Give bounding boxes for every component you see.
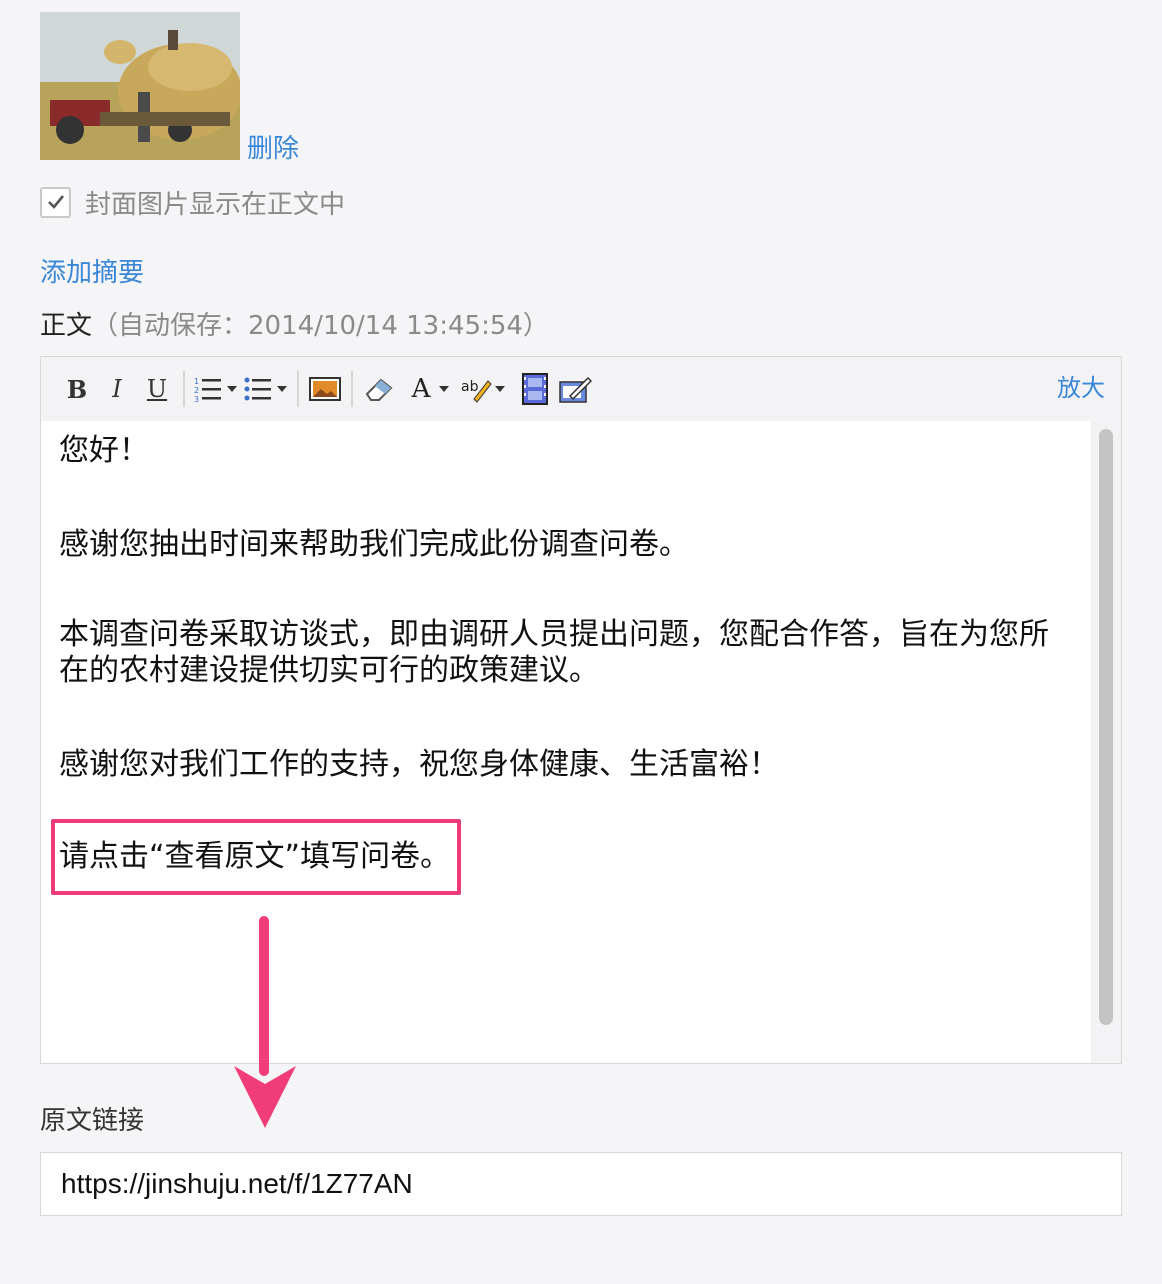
toolbar-divider: [183, 371, 185, 407]
editor-paragraph: 您好！: [59, 433, 149, 468]
editor-scrollbar[interactable]: [1091, 421, 1121, 1063]
show-cover-in-body-row: 封面图片显示在正文中: [40, 185, 346, 220]
source-edit-button[interactable]: [555, 369, 595, 409]
editor-paragraph: 感谢您抽出时间来帮助我们完成此份调查问卷。: [59, 527, 689, 562]
svg-text:ab: ab: [461, 379, 479, 395]
check-icon: [47, 195, 64, 209]
image-icon: [309, 377, 341, 401]
underline-button[interactable]: U: [137, 369, 177, 409]
highlight-color-icon: ab: [461, 379, 492, 403]
unordered-list-icon: [244, 377, 271, 401]
editor-paragraph: 本调查问卷采取访谈式，即由调研人员提出问题，您配合作答，旨在为您所在的农村建设提…: [59, 617, 1049, 688]
italic-icon: I: [112, 375, 122, 403]
editor-paragraph: 感谢您对我们工作的支持，祝您身体健康、生活富裕！: [59, 747, 779, 782]
add-summary-link[interactable]: 添加摘要: [40, 256, 144, 290]
toolbar-divider: [351, 371, 353, 407]
cover-image: [40, 12, 240, 160]
clear-format-button[interactable]: [359, 369, 399, 409]
editor-content[interactable]: 您好！ 感谢您抽出时间来帮助我们完成此份调查问卷。 本调查问卷采取访谈式，即由调…: [41, 421, 1091, 1063]
chevron-down-icon: [439, 386, 449, 392]
annotation-arrow-icon: [234, 916, 296, 1128]
underline-icon: U: [146, 375, 168, 403]
bold-icon: B: [66, 374, 88, 404]
show-cover-checkbox[interactable]: [40, 186, 71, 218]
body-label: 正文: [40, 311, 93, 341]
ordered-list-button[interactable]: 1 2 3: [191, 369, 237, 409]
svg-text:1: 1: [194, 377, 199, 386]
highlight-color-button[interactable]: ab: [459, 369, 505, 409]
source-link-input[interactable]: [40, 1152, 1122, 1216]
italic-button[interactable]: I: [97, 369, 137, 409]
show-cover-label: 封面图片显示在正文中: [85, 189, 346, 220]
insert-image-button[interactable]: [305, 369, 345, 409]
chevron-down-icon: [495, 386, 505, 392]
body-section-header: 正文（自动保存：2014/10/14 13:45:54）: [40, 309, 549, 343]
editor-paragraph: 请点击“查看原文”填写问卷。: [59, 839, 451, 874]
delete-cover-link[interactable]: 删除: [247, 132, 299, 166]
source-link-label: 原文链接: [40, 1106, 145, 1136]
svg-text:3: 3: [194, 395, 199, 403]
zoom-button[interactable]: 放大: [1057, 371, 1105, 405]
unordered-list-button[interactable]: [241, 369, 287, 409]
font-color-icon: A: [411, 374, 431, 404]
video-icon: [522, 373, 548, 405]
autosave-status: （自动保存：2014/10/14 13:45:54）: [92, 311, 549, 341]
rich-text-editor: B I U 1 2 3 A ab 放大 您好！ 感谢您抽出时间来帮助我们完成此份…: [40, 356, 1122, 1064]
font-color-button[interactable]: A: [405, 369, 449, 409]
ordered-list-icon: 1 2 3: [194, 377, 221, 403]
svg-text:2: 2: [194, 386, 199, 395]
bold-button[interactable]: B: [57, 369, 97, 409]
scrollbar-thumb[interactable]: [1099, 429, 1113, 1025]
editor-toolbar: B I U 1 2 3 A ab 放大: [41, 357, 1121, 421]
insert-video-button[interactable]: [515, 369, 555, 409]
chevron-down-icon: [227, 386, 237, 392]
chevron-down-icon: [277, 386, 287, 392]
eraser-icon: [365, 378, 393, 401]
edit-source-icon: [559, 376, 592, 403]
toolbar-divider: [297, 371, 299, 407]
